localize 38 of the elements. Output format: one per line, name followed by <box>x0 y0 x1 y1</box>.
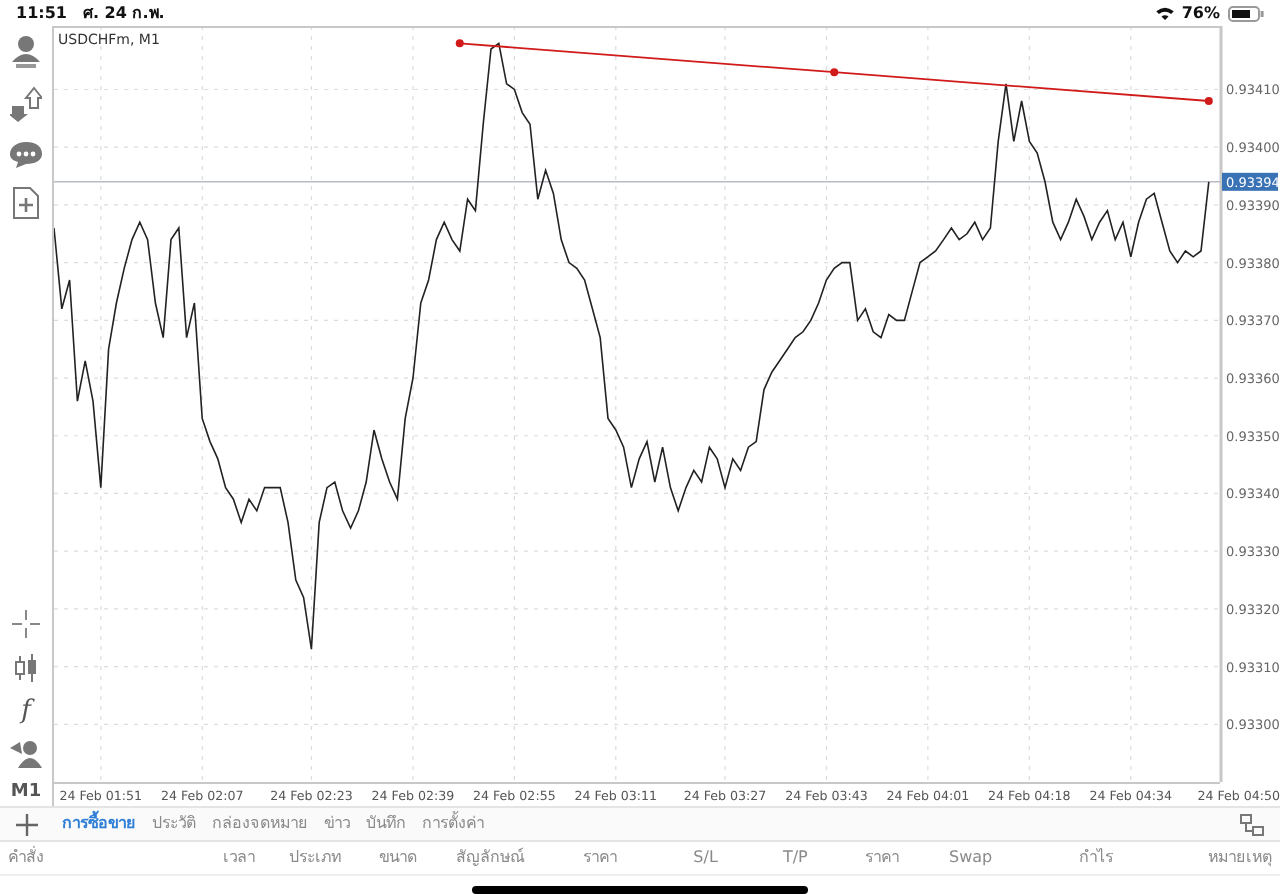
trend-line[interactable] <box>455 39 1213 105</box>
column-header: สัญลักษณ์ <box>455 848 524 866</box>
tab[interactable]: ข่าว <box>316 814 358 834</box>
column-header: ราคา <box>583 848 618 866</box>
column-header: หมายเหตุ <box>1207 848 1272 866</box>
timeframe-label[interactable]: M1 <box>10 784 42 802</box>
chat-icon[interactable] <box>10 138 42 170</box>
function-glyph[interactable]: f <box>21 698 31 724</box>
column-header: เวลา <box>223 848 256 866</box>
point <box>455 39 464 48</box>
status-time: 11:51 <box>16 1 67 25</box>
battery-icon <box>1228 5 1264 21</box>
candlestick-icon[interactable] <box>12 654 40 682</box>
column-header: คำสั่ง <box>8 848 44 866</box>
point <box>830 68 839 77</box>
column-header: ประเภท <box>289 848 342 866</box>
column-header: S/L <box>693 848 718 866</box>
tab[interactable]: ประวัติ <box>144 814 204 834</box>
status-date: ศ. 24 ก.พ. <box>82 1 165 25</box>
column-header: Swap <box>949 848 993 866</box>
account-icon[interactable] <box>10 34 42 70</box>
trade-arrows-icon[interactable] <box>10 86 42 122</box>
crosshair-icon[interactable] <box>12 610 40 638</box>
column-header: กำไร <box>1078 848 1113 866</box>
column-header: ราคา <box>864 848 899 866</box>
layout-icon[interactable] <box>1240 813 1264 835</box>
column-header: ขนาด <box>379 848 418 866</box>
column-header: T/P <box>782 848 808 866</box>
battery-percent: 76% <box>1181 1 1220 25</box>
new-document-icon[interactable] <box>12 186 40 220</box>
add-icon[interactable] <box>16 813 38 835</box>
wifi-icon <box>1155 6 1174 20</box>
tab[interactable]: กล่องจดหมาย <box>204 814 316 834</box>
tab[interactable]: บันทึก <box>358 814 414 834</box>
tab[interactable]: การตั้งค่า <box>414 814 492 834</box>
point <box>1204 97 1213 106</box>
tab[interactable]: การซื้อขาย <box>54 814 144 834</box>
objects-icon[interactable] <box>10 740 42 768</box>
